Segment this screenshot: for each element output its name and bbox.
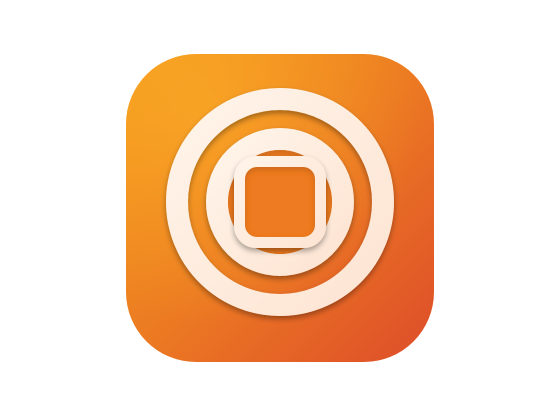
app-icon[interactable]	[124, 52, 436, 364]
record-stop-icon	[126, 54, 434, 362]
stop-square-hole	[245, 167, 315, 237]
canvas	[0, 0, 560, 420]
